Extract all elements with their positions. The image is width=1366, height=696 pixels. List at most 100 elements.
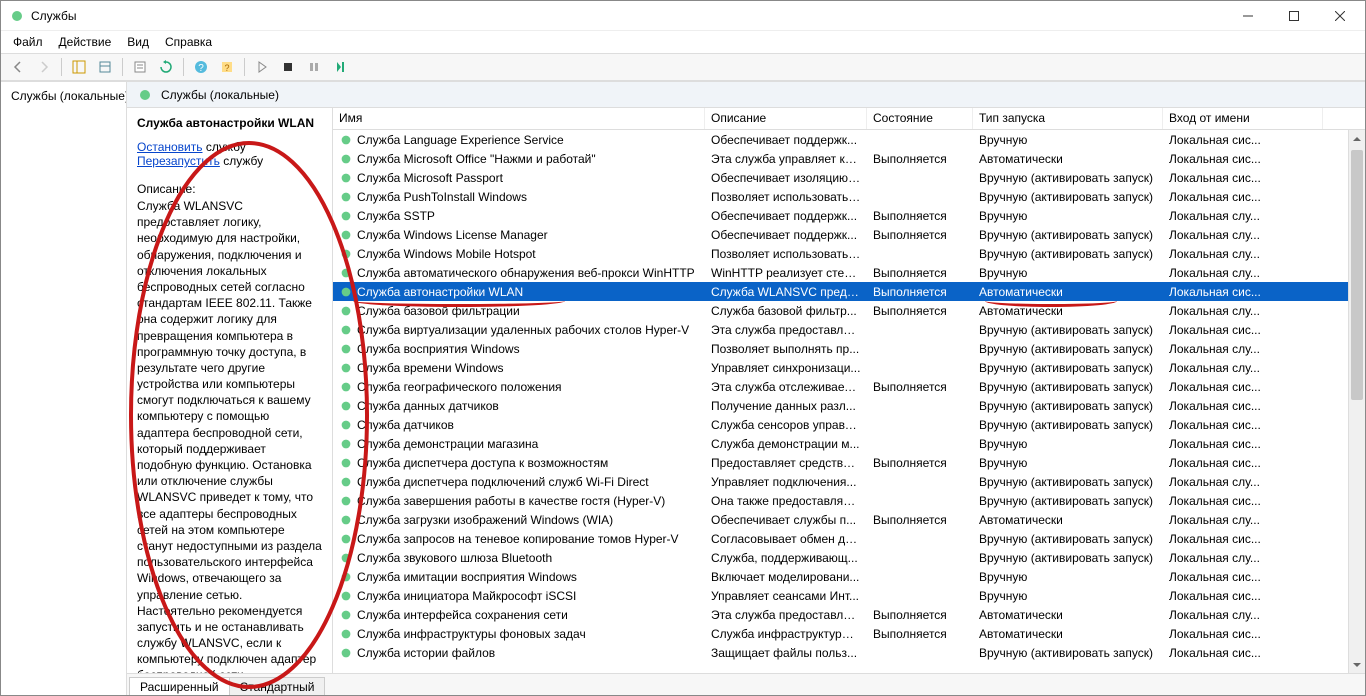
tab-standard[interactable]: Стандартный [229, 677, 326, 695]
cell-start: Вручную (активировать запуск) [973, 531, 1163, 547]
cell-name: Служба данных датчиков [333, 398, 705, 414]
menu-view[interactable]: Вид [119, 33, 157, 51]
cell-name: Служба имитации восприятия Windows [333, 569, 705, 585]
service-row[interactable]: Служба базовой фильтрацииСлужба базовой … [333, 301, 1365, 320]
gear-icon [339, 589, 353, 603]
svg-text:?: ? [224, 63, 229, 73]
service-row[interactable]: Служба интерфейса сохранения сетиЭта слу… [333, 605, 1365, 624]
col-name[interactable]: Имя [333, 108, 705, 129]
col-state[interactable]: Состояние [867, 108, 973, 129]
restart-service-button[interactable] [328, 56, 352, 78]
app-icon [9, 8, 25, 24]
properties-button[interactable] [128, 56, 152, 78]
cell-state [867, 500, 973, 502]
help2-button[interactable]: ? [215, 56, 239, 78]
gear-icon [339, 361, 353, 375]
service-row[interactable]: Служба диспетчера доступа к возможностям… [333, 453, 1365, 472]
service-row[interactable]: Служба восприятия WindowsПозволяет выпол… [333, 339, 1365, 358]
menu-file[interactable]: Файл [5, 33, 51, 51]
stop-service-button[interactable] [276, 56, 300, 78]
cell-logon: Локальная слу... [1163, 550, 1323, 566]
service-row[interactable]: Служба PushToInstall WindowsПозволяет ис… [333, 187, 1365, 206]
service-row[interactable]: Служба времени WindowsУправляет синхрони… [333, 358, 1365, 377]
cell-state: Выполняется [867, 208, 973, 224]
cell-state [867, 481, 973, 483]
cell-name: Служба PushToInstall Windows [333, 189, 705, 205]
pause-service-button[interactable] [302, 56, 326, 78]
cell-desc: Эта служба управляет ко... [705, 151, 867, 167]
cell-state [867, 538, 973, 540]
cell-state: Выполняется [867, 303, 973, 319]
show-hide-tree-button[interactable] [67, 56, 91, 78]
cell-logon: Локальная сис... [1163, 322, 1323, 338]
cell-logon: Локальная слу... [1163, 607, 1323, 623]
col-logon[interactable]: Вход от имени [1163, 108, 1323, 129]
service-row[interactable]: Служба Microsoft PassportОбеспечивает из… [333, 168, 1365, 187]
scroll-down-button[interactable] [1349, 656, 1365, 673]
service-row[interactable]: Служба Language Experience ServiceОбеспе… [333, 130, 1365, 149]
service-row[interactable]: Служба Microsoft Office "Нажми и работай… [333, 149, 1365, 168]
col-start[interactable]: Тип запуска [973, 108, 1163, 129]
back-button[interactable] [6, 56, 30, 78]
cell-logon: Локальная слу... [1163, 474, 1323, 490]
cell-name: Служба Windows Mobile Hotspot [333, 246, 705, 262]
stop-link[interactable]: Остановить [137, 140, 203, 154]
cell-start: Автоматически [973, 512, 1163, 528]
gear-icon [339, 152, 353, 166]
cell-name: Служба завершения работы в качестве гост… [333, 493, 705, 509]
cell-desc: Эта служба отслеживает ... [705, 379, 867, 395]
service-row[interactable]: Служба имитации восприятия WindowsВключа… [333, 567, 1365, 586]
rows-container[interactable]: Служба Language Experience ServiceОбеспе… [333, 130, 1365, 673]
cell-desc: Она также предоставляет... [705, 493, 867, 509]
service-row[interactable]: Служба звукового шлюза BluetoothСлужба, … [333, 548, 1365, 567]
service-row[interactable]: Служба данных датчиковПолучение данных р… [333, 396, 1365, 415]
service-row[interactable]: Служба диспетчера подключений служб Wi-F… [333, 472, 1365, 491]
cell-start: Вручную (активировать запуск) [973, 645, 1163, 661]
scroll-thumb[interactable] [1351, 150, 1363, 400]
service-row[interactable]: Служба географического положенияЭта служ… [333, 377, 1365, 396]
refresh-button[interactable] [154, 56, 178, 78]
menu-action[interactable]: Действие [51, 33, 120, 51]
cell-name: Служба Microsoft Office "Нажми и работай… [333, 151, 705, 167]
cell-desc: WinHTTP реализует стек ... [705, 265, 867, 281]
menu-help[interactable]: Справка [157, 33, 220, 51]
service-row[interactable]: Служба датчиковСлужба сенсоров управл...… [333, 415, 1365, 434]
forward-button[interactable] [32, 56, 56, 78]
cell-logon: Локальная слу... [1163, 227, 1323, 243]
help-button[interactable]: ? [189, 56, 213, 78]
service-row[interactable]: Служба демонстрации магазинаСлужба демон… [333, 434, 1365, 453]
close-button[interactable] [1317, 1, 1363, 31]
cell-logon: Локальная сис... [1163, 569, 1323, 585]
service-row[interactable]: Служба инфраструктуры фоновых задачСлужб… [333, 624, 1365, 643]
service-row[interactable]: Служба виртуализации удаленных рабочих с… [333, 320, 1365, 339]
scroll-up-button[interactable] [1349, 130, 1365, 147]
service-row[interactable]: Служба автоматического обнаружения веб-п… [333, 263, 1365, 282]
maximize-button[interactable] [1271, 1, 1317, 31]
cell-start: Вручную (активировать запуск) [973, 360, 1163, 376]
service-row[interactable]: Служба загрузки изображений Windows (WIA… [333, 510, 1365, 529]
export-list-button[interactable] [93, 56, 117, 78]
cell-name: Служба SSTP [333, 208, 705, 224]
minimize-button[interactable] [1225, 1, 1271, 31]
tab-extended[interactable]: Расширенный [129, 677, 230, 695]
service-row[interactable]: Служба инициатора Майкрософт iSCSIУправл… [333, 586, 1365, 605]
cell-start: Вручную (активировать запуск) [973, 227, 1163, 243]
service-row[interactable]: Служба автонастройки WLANСлужба WLANSVC … [333, 282, 1365, 301]
cell-logon: Локальная слу... [1163, 360, 1323, 376]
window: Службы Файл Действие Вид Справка ? ? [0, 0, 1366, 696]
start-service-button[interactable] [250, 56, 274, 78]
tree-pane[interactable]: Службы (локальные) [1, 82, 127, 695]
service-row[interactable]: Служба SSTPОбеспечивает поддержк...Выпол… [333, 206, 1365, 225]
service-row[interactable]: Служба завершения работы в качестве гост… [333, 491, 1365, 510]
col-desc[interactable]: Описание [705, 108, 867, 129]
service-row[interactable]: Служба запросов на теневое копирование т… [333, 529, 1365, 548]
gear-icon [339, 475, 353, 489]
service-row[interactable]: Служба Windows Mobile HotspotПозволяет и… [333, 244, 1365, 263]
tree-root-item[interactable]: Службы (локальные) [3, 86, 124, 106]
service-row[interactable]: Служба истории файловЗащищает файлы поль… [333, 643, 1365, 662]
cell-desc: Служба демонстрации м... [705, 436, 867, 452]
cell-start: Автоматически [973, 626, 1163, 642]
service-row[interactable]: Служба Windows License ManagerОбеспечива… [333, 225, 1365, 244]
vertical-scrollbar[interactable] [1348, 130, 1365, 673]
restart-link[interactable]: Перезапустить [137, 154, 220, 168]
